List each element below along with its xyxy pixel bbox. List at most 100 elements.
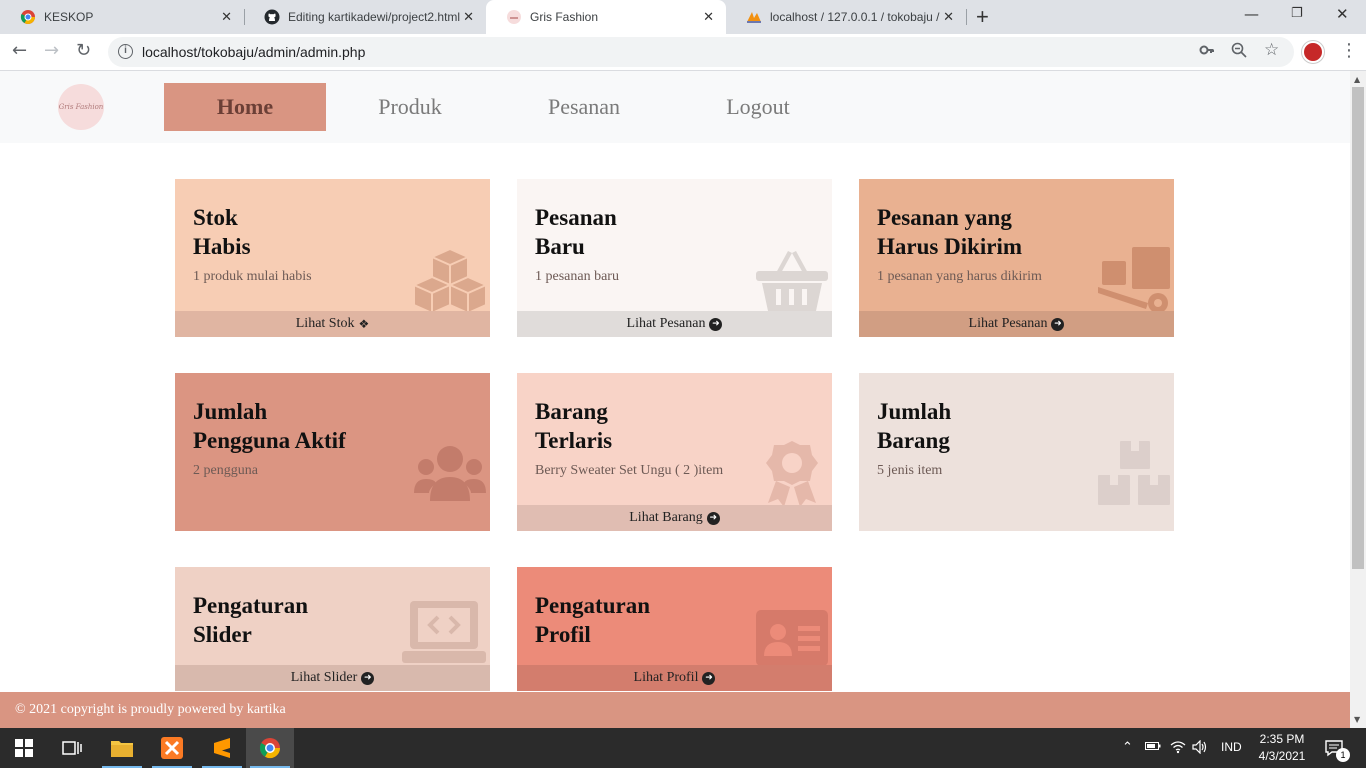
profile-avatar[interactable]	[1302, 41, 1324, 63]
card-pengguna-aktif: Jumlah Pengguna Aktif 2 pengguna	[175, 373, 490, 531]
tab-close-icon[interactable]: ✕	[943, 9, 954, 25]
tab-keskop[interactable]: KESKOP ✕	[0, 0, 244, 34]
card-title: Jumlah Barang	[877, 399, 952, 453]
menu-icon[interactable]: ⋮	[1340, 40, 1358, 61]
folder-icon	[111, 741, 133, 757]
show-hidden-icons-icon[interactable]: ⌃	[1122, 739, 1133, 755]
scrollbar-thumb[interactable]	[1352, 87, 1364, 569]
card-footer-link[interactable]: Lihat Pesanan ➜	[859, 311, 1174, 337]
tab-title: Editing kartikadewi/project2.html	[288, 10, 461, 24]
minimize-icon[interactable]: —	[1244, 5, 1259, 23]
card-subtitle: 2 pengguna	[193, 463, 258, 478]
tab-title: KESKOP	[44, 10, 94, 24]
taskbar-file-explorer[interactable]	[98, 728, 146, 768]
users-icon	[414, 446, 486, 501]
card-pengaturan-profil: Pengaturan Profil Lihat Profil ➜	[517, 567, 832, 691]
tab-gris-fashion[interactable]: Gris Fashion ✕	[486, 0, 726, 34]
restore-icon[interactable]: ❐	[1291, 6, 1303, 21]
award-icon	[766, 441, 818, 507]
taskbar-chrome[interactable]	[246, 728, 294, 768]
card-footer-label: Lihat Stok	[295, 316, 355, 331]
nav-produk[interactable]: Produk	[336, 83, 484, 131]
battery-icon[interactable]	[1145, 740, 1161, 755]
volume-icon[interactable]	[1192, 739, 1208, 757]
gris-fashion-favicon-icon	[506, 9, 522, 25]
card-subtitle: Berry Sweater Set Ungu ( 2 )item	[535, 463, 724, 478]
card-footer-link[interactable]: Lihat Stok ❖	[175, 311, 490, 337]
new-tab-button[interactable]: +	[976, 4, 989, 30]
tab-close-icon[interactable]: ✕	[703, 9, 714, 25]
tab-divider	[966, 9, 967, 25]
site-info-icon[interactable]: i	[118, 44, 133, 59]
tab-github[interactable]: Editing kartikadewi/project2.html ✕	[244, 0, 486, 34]
page-scrollbar[interactable]: ▲ ▼	[1350, 71, 1366, 728]
bookmark-star-icon[interactable]: ☆	[1264, 40, 1279, 60]
taskbar-sublime[interactable]	[198, 728, 246, 768]
site-logo[interactable]: Gris Fashion	[58, 84, 104, 130]
scroll-down-icon[interactable]: ▼	[1354, 715, 1360, 724]
card-title: Pengaturan Slider	[193, 593, 308, 647]
arrow-circle-right-icon: ➜	[361, 671, 375, 685]
taskbar-xampp[interactable]	[148, 728, 196, 768]
id-card-icon	[756, 610, 828, 666]
tab-title: localhost / 127.0.0.1 / tokobaju /	[770, 10, 940, 24]
card-footer-link[interactable]: Lihat Barang ➜	[517, 505, 832, 531]
tab-close-icon[interactable]: ✕	[463, 9, 474, 25]
phpmyadmin-icon	[746, 9, 762, 25]
clock-time: 2:35 PM	[1259, 732, 1305, 746]
card-footer-label: Lihat Barang	[629, 510, 703, 525]
card-pengaturan-slider: Pengaturan Slider Lihat Slider ➜	[175, 567, 490, 691]
windows-taskbar: ⌃ IND 2:35 PM 4/3/2021 1	[0, 728, 1366, 768]
card-subtitle: 1 pesanan yang harus dikirim	[877, 269, 1042, 284]
url-text[interactable]: localhost/tokobaju/admin/admin.php	[142, 44, 365, 60]
action-center-button[interactable]: 1	[1314, 728, 1354, 768]
scroll-up-icon[interactable]: ▲	[1354, 75, 1360, 84]
arrow-circle-right-icon: ➜	[1051, 317, 1065, 331]
card-footer-label: Lihat Pesanan	[626, 316, 706, 331]
chrome-icon	[259, 738, 281, 759]
reload-icon[interactable]: ↻	[76, 40, 91, 61]
card-pesanan-baru: Pesanan Baru 1 pesanan baru Lihat Pesanan…	[517, 179, 832, 337]
task-view-icon	[62, 741, 82, 755]
card-subtitle: 1 pesanan baru	[535, 269, 619, 284]
nav-home[interactable]: Home	[164, 83, 326, 131]
card-footer-label: Lihat Slider	[290, 670, 358, 685]
key-icon[interactable]	[1199, 42, 1215, 62]
browser-tab-strip: KESKOP ✕ Editing kartikadewi/project2.ht…	[0, 0, 1366, 34]
card-subtitle: 5 jenis item	[877, 463, 943, 478]
dolly-icon	[1098, 247, 1170, 313]
nav-logout[interactable]: Logout	[684, 83, 832, 131]
clock-date: 4/3/2021	[1258, 749, 1306, 763]
card-title: Barang Terlaris	[535, 399, 613, 453]
card-title: Pengaturan Profil	[535, 593, 650, 647]
browser-toolbar: ← → ↻ i localhost/tokobaju/admin/admin.p…	[0, 34, 1366, 71]
card-footer-link[interactable]: Lihat Pesanan ➜	[517, 311, 832, 337]
card-title: Stok Habis	[193, 205, 251, 259]
forward-icon[interactable]: →	[44, 40, 59, 61]
start-button[interactable]	[0, 728, 48, 768]
wifi-icon[interactable]	[1170, 740, 1186, 757]
card-title: Jumlah Pengguna Aktif	[193, 399, 346, 453]
card-footer-link[interactable]: Lihat Slider ➜	[175, 665, 490, 691]
address-bar[interactable]: i localhost/tokobaju/admin/admin.php ☆	[108, 37, 1294, 67]
tab-phpmyadmin[interactable]: localhost / 127.0.0.1 / tokobaju / ✕	[726, 0, 966, 34]
card-subtitle: 1 produk mulai habis	[193, 269, 312, 284]
nav-pesanan[interactable]: Pesanan	[502, 83, 666, 131]
cubes-icon	[414, 247, 486, 315]
arrow-circle-right-icon: ➜	[706, 511, 720, 525]
close-window-icon[interactable]: ✕	[1336, 5, 1349, 23]
card-pesanan-dikirim: Pesanan yang Harus Dikirim 1 pesanan yang…	[859, 179, 1174, 337]
system-clock[interactable]: 2:35 PM 4/3/2021	[1252, 731, 1312, 765]
card-footer-link[interactable]: Lihat Profil ➜	[517, 665, 832, 691]
xampp-icon	[161, 737, 183, 759]
laptop-code-icon	[402, 601, 486, 663]
back-icon[interactable]: ←	[12, 40, 27, 61]
zoom-icon[interactable]	[1231, 42, 1247, 62]
card-barang-terlaris: Barang Terlaris Berry Sweater Set Ungu ( …	[517, 373, 832, 531]
site-navbar: Gris Fashion Home Produk Pesanan Logout	[0, 71, 1350, 143]
site-footer: © 2021 copyright is proudly powered by k…	[0, 692, 1350, 728]
arrow-circle-right-icon: ➜	[709, 317, 723, 331]
task-view-button[interactable]	[48, 728, 96, 768]
language-indicator[interactable]: IND	[1221, 740, 1242, 754]
tab-close-icon[interactable]: ✕	[221, 9, 232, 25]
